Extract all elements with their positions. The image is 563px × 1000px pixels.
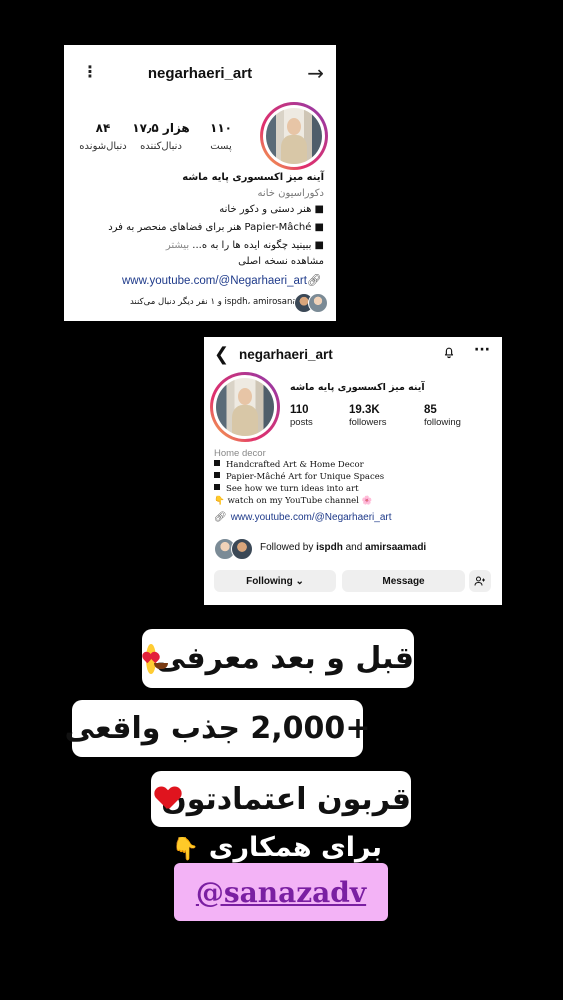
profile-name: آینه میز اکسسوری پایه ماشه: [290, 382, 425, 393]
bio-line: ■ Papier-Mâché هنر برای فضاهای منحصر به …: [108, 222, 324, 233]
follower-avatar: [231, 538, 253, 560]
add-user-button[interactable]: [469, 570, 491, 592]
caption-before-after: قبل و بعد معرفی: [139, 629, 414, 688]
link-icon: 🔗︎: [214, 512, 227, 523]
profile-category: Home decor: [214, 448, 266, 459]
stat-posts[interactable]: 110 posts: [290, 404, 313, 428]
profile-link-text: www.youtube.com/@Negarhaeri_art: [230, 512, 392, 523]
profile-header: ⋮ negarhaeri_art →: [64, 45, 336, 103]
caption-thanks: قربون اعتمادتون: [151, 771, 411, 827]
profile-card-before: ⋮ negarhaeri_art → ۱۱۰ پست ۱۷٫۵ هزار دنب…: [64, 45, 336, 321]
bio-line-text: ■ ببینید چگونه ایده ها را به ه...: [192, 240, 324, 251]
bio-line: See how we turn ideas into art: [214, 484, 359, 494]
profile-username: negarhaeri_art: [147, 65, 253, 82]
stat-posts-value: ۱۱۰: [210, 121, 232, 135]
profile-category: دکوراسیون خانه: [257, 188, 324, 199]
stat-followers[interactable]: ۱۷٫۵ هزار دنبال‌کننده: [130, 121, 192, 152]
more-icon[interactable]: ···: [474, 342, 490, 358]
square-bullet-icon: [214, 460, 220, 466]
stat-following-label: دنبال‌شونده: [79, 141, 127, 152]
caption-text: قربون اعتمادتون: [161, 781, 411, 817]
bell-icon[interactable]: [442, 345, 456, 359]
stat-following-label: following: [424, 417, 461, 428]
followed-by-user[interactable]: amirsaamadi: [365, 542, 426, 553]
square-bullet-icon: [214, 472, 220, 478]
stat-posts[interactable]: ۱۱۰ پست: [202, 121, 240, 152]
bio-line: 👇 watch on my YouTube channel 🌸: [214, 496, 372, 506]
stat-followers-label: followers: [349, 417, 387, 428]
bio-line: ■ ببینید چگونه ایده ها را به ه... بیشتر: [74, 240, 324, 251]
followed-by-and: and: [342, 542, 366, 553]
profile-link-text: www.youtube.com/@Negarhaeri_art: [122, 275, 307, 287]
followed-by-text[interactable]: Followed by ispdh and amirsaamadi: [260, 542, 426, 553]
bio-line: ■ هنر دستی و دکور خانه: [219, 204, 324, 215]
add-user-icon: [474, 576, 485, 586]
message-button[interactable]: Message: [342, 570, 465, 592]
heart-icon: [155, 787, 161, 811]
followed-by-prefix: Followed by: [260, 542, 317, 553]
stat-followers-value: 19.3K: [349, 404, 380, 416]
translate-link[interactable]: مشاهده نسخه اصلی: [74, 256, 324, 267]
mention-sticker[interactable]: @sanazadv: [174, 863, 388, 921]
stat-following-value: ۸۴: [95, 121, 111, 135]
stat-followers[interactable]: 19.3K followers: [349, 404, 387, 428]
bio-line-text: See how we turn ideas into art: [226, 484, 359, 494]
stat-following[interactable]: 85 following: [424, 404, 461, 428]
caption-followers-gained: +2,000 جذب واقعی: [65, 700, 370, 757]
profile-username: negarhaeri_art: [239, 347, 333, 362]
profile-avatar[interactable]: [260, 102, 328, 170]
stat-followers-label: دنبال‌کننده: [140, 141, 182, 152]
stat-following[interactable]: ۸۴ دنبال‌شونده: [76, 121, 130, 152]
caption-collaboration: برای همکاری 👇: [172, 832, 382, 866]
profile-link[interactable]: 🔗︎ www.youtube.com/@Negarhaeri_art: [214, 512, 391, 523]
bio-line: Handcrafted Art & Home Decor: [214, 460, 364, 470]
more-link[interactable]: بیشتر: [166, 240, 192, 251]
profile-link[interactable]: www.youtube.com/@Negarhaeri_art🔗︎: [122, 273, 322, 287]
stat-posts-label: پست: [210, 141, 232, 152]
bio-line-text: watch on my YouTube channel 🌸: [227, 496, 373, 506]
bio-line-text: Papier-Mâché Art for Unique Spaces: [226, 472, 385, 482]
caption-text: برای همکاری: [208, 832, 382, 863]
followed-by-text[interactable]: ispdh، amirosanaz و ۱ نفر دیگر دنبال می‌…: [94, 297, 302, 307]
stat-posts-label: posts: [290, 417, 313, 428]
heart-eyes-icon: [139, 643, 168, 674]
followed-by-user[interactable]: ispdh: [316, 542, 343, 553]
pointing-down-icon: 👇: [214, 496, 225, 506]
caption-text: قبل و بعد معرفی: [155, 641, 414, 676]
follower-avatar: [308, 293, 328, 313]
chevron-left-icon[interactable]: ❮: [214, 344, 229, 365]
pointing-down-icon: 👇: [171, 837, 200, 862]
bio-line-text: Handcrafted Art & Home Decor: [226, 460, 364, 470]
stat-posts-value: 110: [290, 404, 309, 416]
bio-line: Papier-Mâché Art for Unique Spaces: [214, 472, 384, 482]
following-button[interactable]: Following ⌄: [214, 570, 336, 592]
stat-followers-value: ۱۷٫۵ هزار: [132, 121, 190, 135]
profile-avatar[interactable]: [210, 372, 280, 442]
arrow-right-icon[interactable]: →: [307, 63, 324, 83]
mention-handle[interactable]: @sanazadv: [196, 876, 366, 909]
stat-following-value: 85: [424, 404, 437, 416]
profile-name: آینه میز اکسسوری پایه ماشه: [182, 172, 324, 183]
square-bullet-icon: [214, 484, 220, 490]
link-icon: 🔗︎: [306, 275, 322, 287]
profile-card-after: ❮ negarhaeri_art ··· آینه میز اکسسوری پا…: [204, 337, 502, 605]
